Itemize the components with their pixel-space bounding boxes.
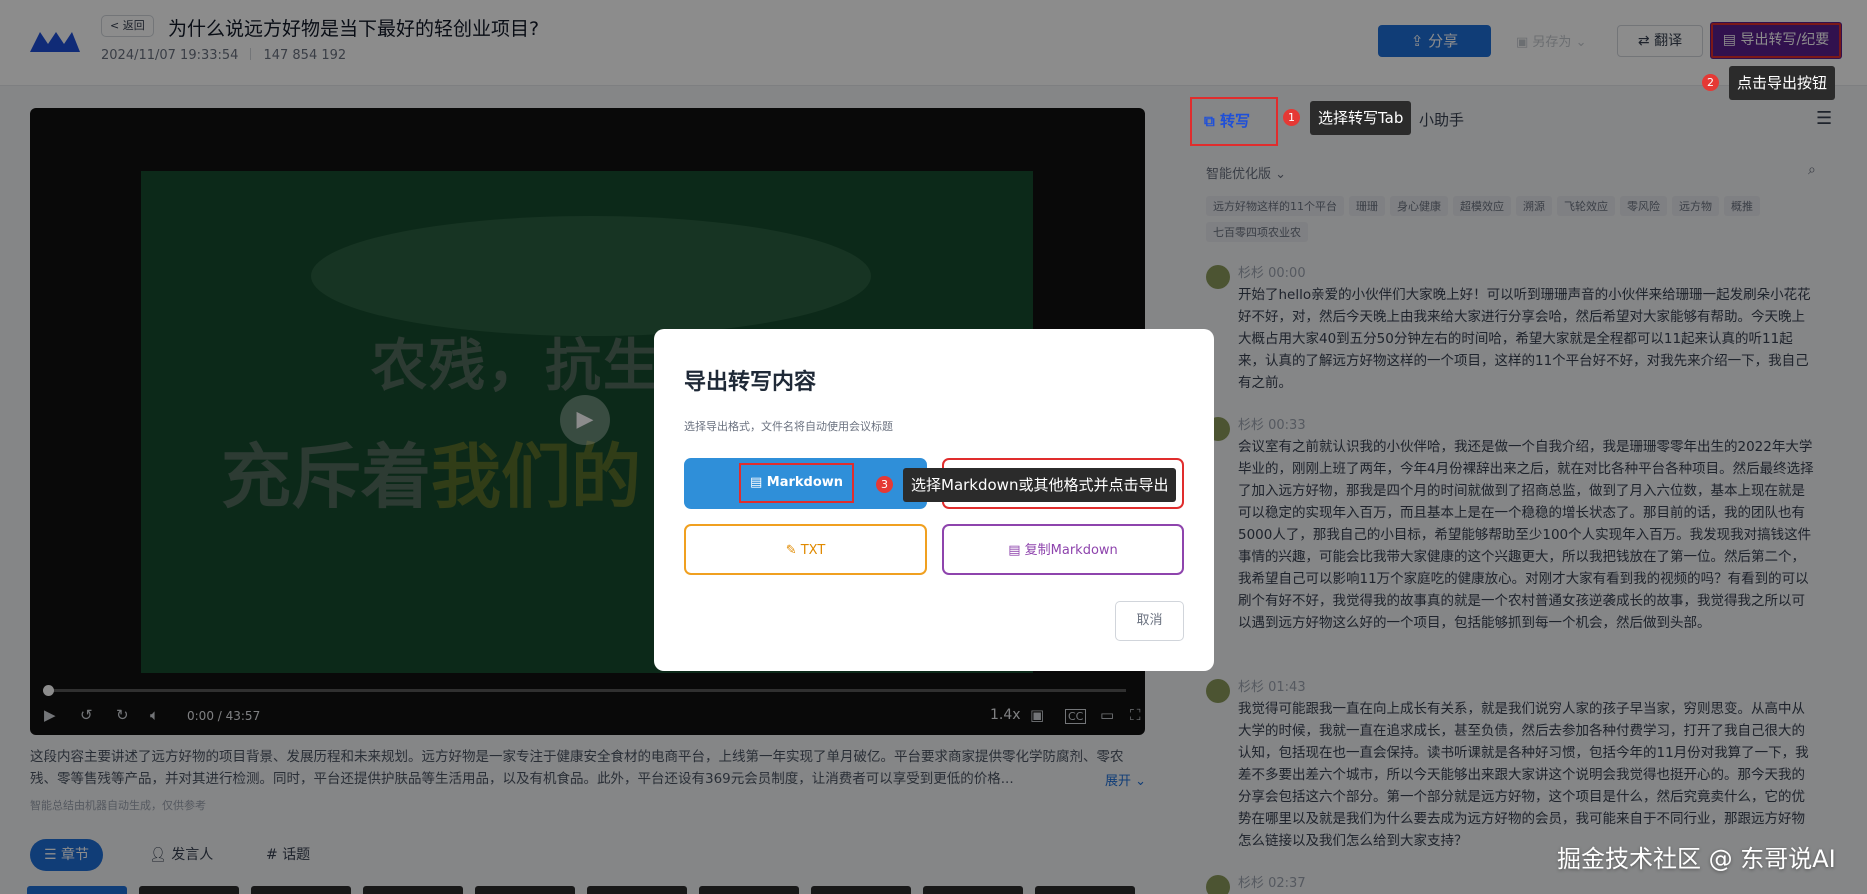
watermark: 掘金技术社区 @ 东哥说AI xyxy=(1557,845,1836,873)
tab-transcribe[interactable]: ⧉ 转写 xyxy=(1190,97,1278,146)
transcribe-icon: ⧉ xyxy=(1204,112,1220,130)
clipboard-icon: ▤ xyxy=(1008,543,1025,558)
export-txt-button[interactable]: ✎ TXT xyxy=(684,524,927,575)
markdown-label-box: ▤ Markdown xyxy=(739,463,854,503)
dialog-title: 导出转写内容 xyxy=(684,370,817,395)
copy-markdown-button[interactable]: ▤ 复制Markdown xyxy=(942,524,1184,575)
hint-tooltip: 选择转写Tab xyxy=(1310,101,1412,135)
step-badge: 1 xyxy=(1283,109,1300,126)
document-icon: ▤ xyxy=(749,475,767,490)
step-badge: 2 xyxy=(1702,74,1719,91)
pencil-icon: ✎ xyxy=(785,543,801,558)
hint-tooltip: 选择Markdown或其他格式并点击导出 xyxy=(903,468,1177,502)
cancel-button[interactable]: 取消 xyxy=(1115,601,1184,641)
step-badge: 3 xyxy=(876,476,893,493)
hint-tooltip: 点击导出按钮 xyxy=(1729,66,1836,100)
dialog-subtitle: 选择导出格式，文件名将自动使用会议标题 xyxy=(684,420,893,433)
